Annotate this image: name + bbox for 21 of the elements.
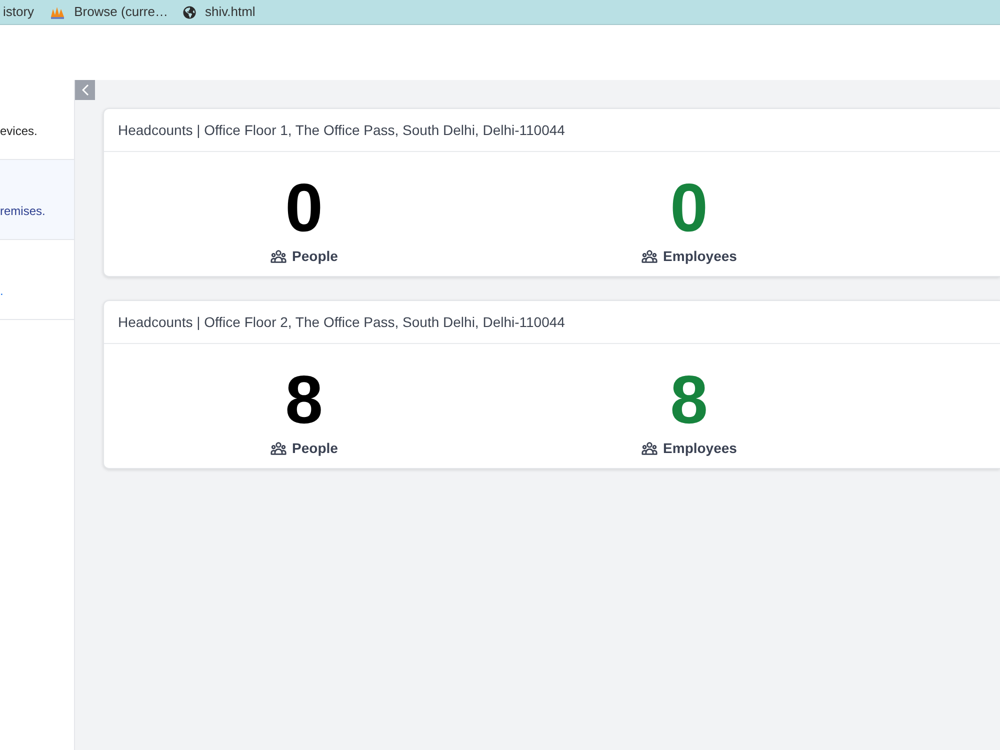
- card-title: Headcounts | Office Floor 2, The Office Pass, South Delhi, Delhi-110044: [118, 312, 565, 332]
- bookmark-link[interactable]: istory: [3, 2, 34, 22]
- stat-label: Employees: [663, 247, 737, 266]
- globe-icon: [182, 6, 196, 18]
- bookmark-link[interactable]: Browse (curre…: [74, 2, 168, 22]
- stat-value: 0: [670, 174, 708, 242]
- people-group-icon: [270, 248, 288, 265]
- stat-value: 8: [285, 366, 323, 434]
- people-group-icon: [641, 440, 658, 457]
- people-group-icon: [270, 440, 288, 457]
- flame-logo-icon: [50, 6, 66, 18]
- collapse-button[interactable]: [75, 80, 95, 100]
- chevron-left-icon: [82, 84, 88, 96]
- stat-label: People: [292, 247, 338, 266]
- people-group-icon: [641, 248, 658, 265]
- stat-label: Employees: [663, 439, 737, 458]
- bookmark-link[interactable]: shiv.html: [204, 2, 256, 22]
- stat-value: 0: [285, 174, 323, 242]
- stat-value: 8: [670, 366, 708, 434]
- stat-label: People: [292, 439, 338, 458]
- card-title: Headcounts | Office Floor 1, The Office Pass, South Delhi, Delhi-110044: [118, 120, 565, 140]
